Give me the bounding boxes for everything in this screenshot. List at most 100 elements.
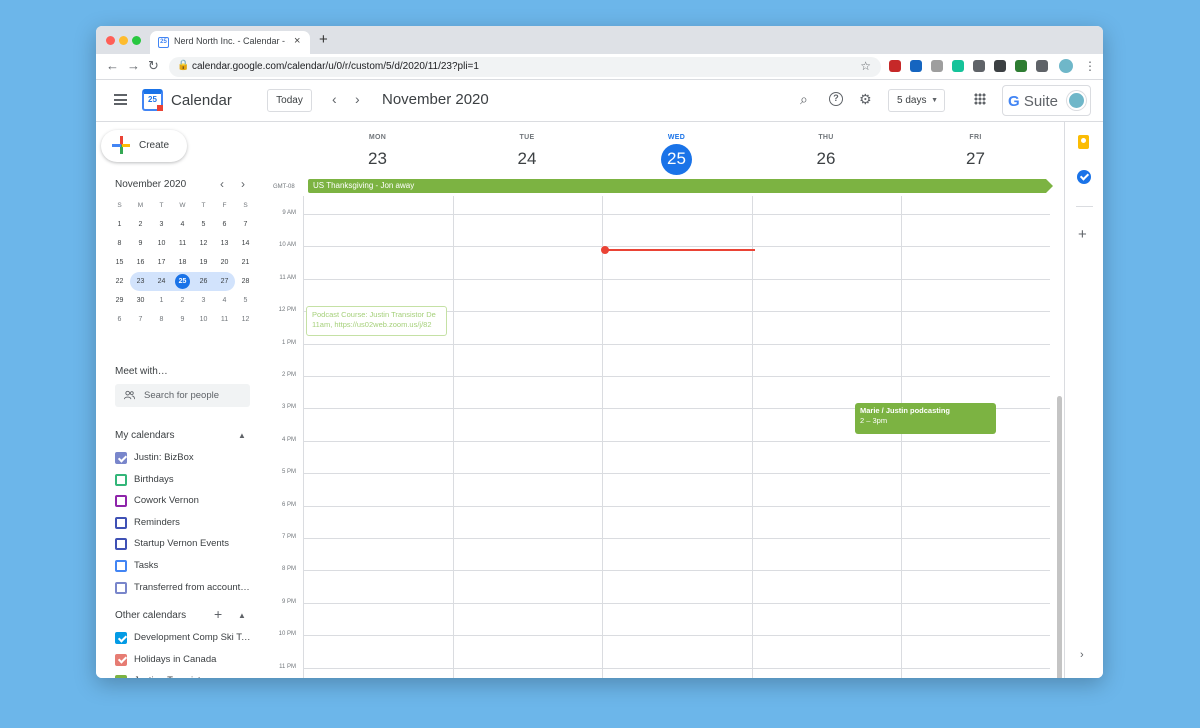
view-selector[interactable]: 5 days ▼ bbox=[888, 89, 945, 112]
mini-day[interactable]: 5 bbox=[235, 291, 256, 310]
grammarly-extension-icon[interactable] bbox=[952, 60, 964, 72]
mini-day[interactable]: 26 bbox=[193, 272, 214, 291]
calendar-checkbox[interactable] bbox=[115, 581, 127, 594]
day-header-mon[interactable]: MON 23 bbox=[303, 122, 452, 178]
tab-close-icon[interactable]: × bbox=[294, 35, 300, 47]
my-calendars-title[interactable]: My calendars bbox=[115, 430, 174, 441]
expand-panel-chevron-icon[interactable]: › bbox=[1080, 649, 1084, 661]
other-calendars-title[interactable]: Other calendars bbox=[115, 610, 186, 621]
mini-day[interactable]: 4 bbox=[214, 291, 235, 310]
mini-day[interactable]: 24 bbox=[151, 272, 172, 291]
calendar-checkbox[interactable] bbox=[115, 516, 127, 529]
mini-day[interactable]: 10 bbox=[151, 234, 172, 253]
calendar-list-item[interactable]: Birthdays bbox=[115, 473, 255, 489]
mini-day[interactable]: 15 bbox=[109, 253, 130, 272]
time-grid[interactable]: 11 PM 10 PM 9 PM 8 PM 7 PM 6 PM 5 PM 4 PM 3 PM 2 … bbox=[266, 196, 1064, 678]
grid-scrollbar[interactable] bbox=[1057, 396, 1062, 678]
create-button[interactable]: Create bbox=[101, 130, 187, 162]
mini-day[interactable]: 3 bbox=[193, 291, 214, 310]
calendar-list-item[interactable]: Holidays in Canada bbox=[115, 653, 255, 669]
minimize-window-button[interactable] bbox=[119, 36, 128, 45]
calendar-checkbox[interactable] bbox=[115, 473, 127, 486]
search-people-input[interactable]: Search for people bbox=[115, 384, 250, 407]
calendar-list-item[interactable]: Justin: BizBox bbox=[115, 451, 255, 467]
calendar-list-item[interactable]: Startup Vernon Events bbox=[115, 537, 255, 553]
event-marie-justin-podcasting[interactable]: Marie / Justin podcasting 2 – 3pm bbox=[855, 403, 996, 434]
image-extension-icon[interactable] bbox=[994, 60, 1006, 72]
puzzle-extension-icon[interactable] bbox=[1036, 60, 1048, 72]
mini-day[interactable]: 17 bbox=[151, 253, 172, 272]
mini-day[interactable]: 10 bbox=[193, 310, 214, 329]
mini-day[interactable]: 1 bbox=[151, 291, 172, 310]
mini-day[interactable]: 11 bbox=[214, 310, 235, 329]
mini-day[interactable]: 3 bbox=[151, 215, 172, 234]
previous-period-icon[interactable]: ‹ bbox=[332, 91, 337, 107]
calendar-checkbox[interactable] bbox=[115, 538, 127, 551]
calendar-list-item[interactable]: Justin - Transistor bbox=[115, 674, 255, 678]
profile-avatar-icon[interactable] bbox=[1059, 59, 1073, 73]
pen-extension-icon[interactable] bbox=[910, 60, 922, 72]
reload-icon[interactable]: ↻ bbox=[148, 58, 159, 74]
tasks-icon[interactable] bbox=[1077, 170, 1091, 184]
add-calendar-plus-icon[interactable]: + bbox=[214, 606, 222, 622]
browser-tab-calendar[interactable]: 25 Nerd North Inc. - Calendar - 5 × bbox=[150, 31, 310, 54]
mini-day[interactable]: 1 bbox=[109, 215, 130, 234]
mini-day[interactable]: 7 bbox=[130, 310, 151, 329]
red-badge-extension-icon[interactable] bbox=[889, 60, 901, 72]
mini-next-month-icon[interactable]: › bbox=[241, 177, 245, 191]
mini-day[interactable]: 22 bbox=[109, 272, 130, 291]
calendar-list-item[interactable]: Reminders bbox=[115, 516, 255, 532]
mini-day[interactable]: 9 bbox=[130, 234, 151, 253]
calendar-list-item[interactable]: Transferred from account… bbox=[115, 581, 255, 597]
mini-day[interactable]: 18 bbox=[172, 253, 193, 272]
pocket-extension-icon[interactable] bbox=[973, 60, 985, 72]
day-date[interactable]: 24 bbox=[453, 149, 602, 169]
mini-day[interactable]: 11 bbox=[172, 234, 193, 253]
today-button[interactable]: Today bbox=[267, 89, 312, 112]
next-period-icon[interactable]: › bbox=[355, 91, 360, 107]
mini-day[interactable]: 30 bbox=[130, 291, 151, 310]
mini-day[interactable]: 27 bbox=[214, 272, 235, 291]
day-header-wed[interactable]: WED 25 bbox=[602, 122, 751, 178]
mini-day[interactable]: 8 bbox=[151, 310, 172, 329]
calendar-checkbox[interactable] bbox=[115, 452, 127, 464]
new-tab-button[interactable]: + bbox=[319, 31, 328, 48]
add-addon-plus-icon[interactable]: + bbox=[1078, 226, 1087, 243]
search-icon[interactable]: ⌕ bbox=[800, 91, 808, 108]
mini-day[interactable]: 28 bbox=[235, 272, 256, 291]
mini-day[interactable]: 9 bbox=[172, 310, 193, 329]
bookmark-star-icon[interactable]: ☆ bbox=[860, 59, 871, 73]
bu-extension-icon[interactable] bbox=[1015, 60, 1027, 72]
help-icon[interactable]: ? bbox=[829, 92, 843, 106]
mini-day[interactable]: 12 bbox=[193, 234, 214, 253]
chevron-up-icon[interactable]: ▲ bbox=[238, 611, 246, 620]
day-header-tue[interactable]: TUE 24 bbox=[453, 122, 602, 178]
url-text[interactable]: calendar.google.com/calendar/u/0/r/custo… bbox=[192, 61, 479, 72]
day-header-thu[interactable]: THU 26 bbox=[752, 122, 901, 178]
mini-day[interactable]: 21 bbox=[235, 253, 256, 272]
mini-day[interactable]: 4 bbox=[172, 215, 193, 234]
forward-arrow-icon[interactable]: → bbox=[127, 58, 140, 73]
calendar-checkbox[interactable] bbox=[115, 653, 127, 666]
mini-day[interactable]: 5 bbox=[193, 215, 214, 234]
calendar-checkbox[interactable] bbox=[115, 560, 127, 572]
calendar-checkbox[interactable] bbox=[115, 675, 127, 678]
url-omnibox[interactable]: 🔒 calendar.google.com/calendar/u/0/r/cus… bbox=[169, 57, 881, 77]
browser-menu-icon[interactable]: ⋮ bbox=[1084, 59, 1096, 73]
chevron-up-icon[interactable]: ▲ bbox=[238, 431, 246, 440]
calendar-checkbox[interactable] bbox=[115, 632, 127, 644]
mini-day[interactable]: 2 bbox=[172, 291, 193, 310]
mini-day[interactable]: 25 bbox=[172, 272, 193, 291]
day-date[interactable]: 23 bbox=[303, 149, 452, 169]
mini-day[interactable]: 16 bbox=[130, 253, 151, 272]
mini-day[interactable]: 19 bbox=[193, 253, 214, 272]
gsuite-account-button[interactable]: G Suite bbox=[1002, 85, 1091, 116]
calendar-list-item[interactable]: Cowork Vernon bbox=[115, 494, 255, 510]
mini-day[interactable]: 8 bbox=[109, 234, 130, 253]
calendar-list-item[interactable]: Tasks bbox=[115, 559, 255, 575]
mini-day[interactable]: 2 bbox=[130, 215, 151, 234]
main-menu-icon[interactable] bbox=[114, 94, 127, 105]
mini-day[interactable]: 23 bbox=[130, 272, 151, 291]
day-header-fri[interactable]: FRI 27 bbox=[901, 122, 1050, 178]
mini-day[interactable]: 6 bbox=[214, 215, 235, 234]
